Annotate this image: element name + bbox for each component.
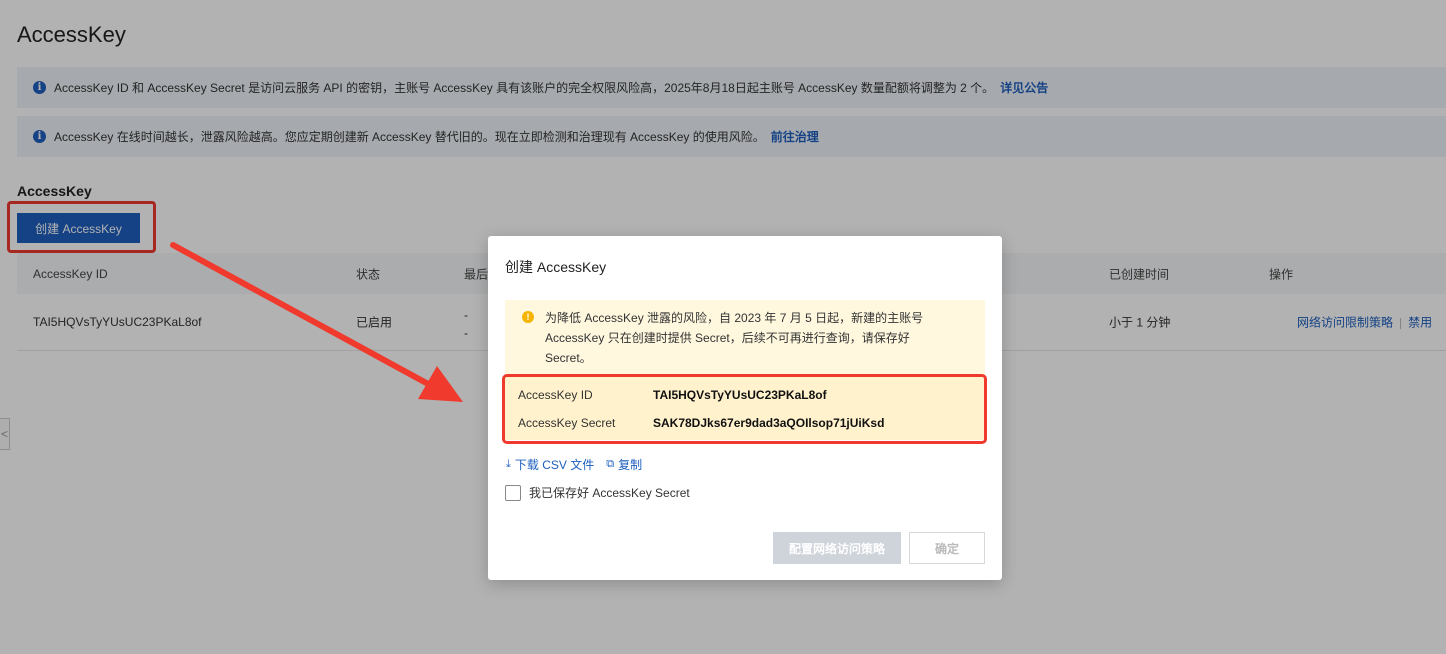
create-accesskey-dialog: 创建 AccessKey ! 为降低 AccessKey 泄露的风险，自 202…	[488, 236, 1002, 580]
dialog-actions-row: ⤓ 下载 CSV 文件 ⧉ 复制	[506, 456, 654, 473]
annotation-box-keys	[502, 374, 987, 444]
download-csv-link[interactable]: ⤓ 下载 CSV 文件	[506, 456, 594, 473]
configure-policy-button[interactable]: 配置网络访问策略	[773, 532, 901, 564]
dialog-title: 创建 AccessKey	[505, 259, 607, 275]
saved-secret-checkbox-row[interactable]: 我已保存好 AccessKey Secret	[505, 484, 690, 501]
warning-text: 为降低 AccessKey 泄露的风险，自 2023 年 7 月 5 日起，新建…	[545, 311, 924, 365]
copy-link[interactable]: ⧉ 复制	[606, 456, 642, 473]
ok-button[interactable]: 确定	[909, 532, 985, 564]
saved-secret-checkbox-label: 我已保存好 AccessKey Secret	[529, 486, 690, 500]
exclamation-icon: !	[522, 311, 534, 323]
copy-icon: ⧉	[606, 458, 615, 470]
saved-secret-checkbox[interactable]	[505, 484, 521, 501]
download-icon: ⤓	[506, 458, 511, 470]
